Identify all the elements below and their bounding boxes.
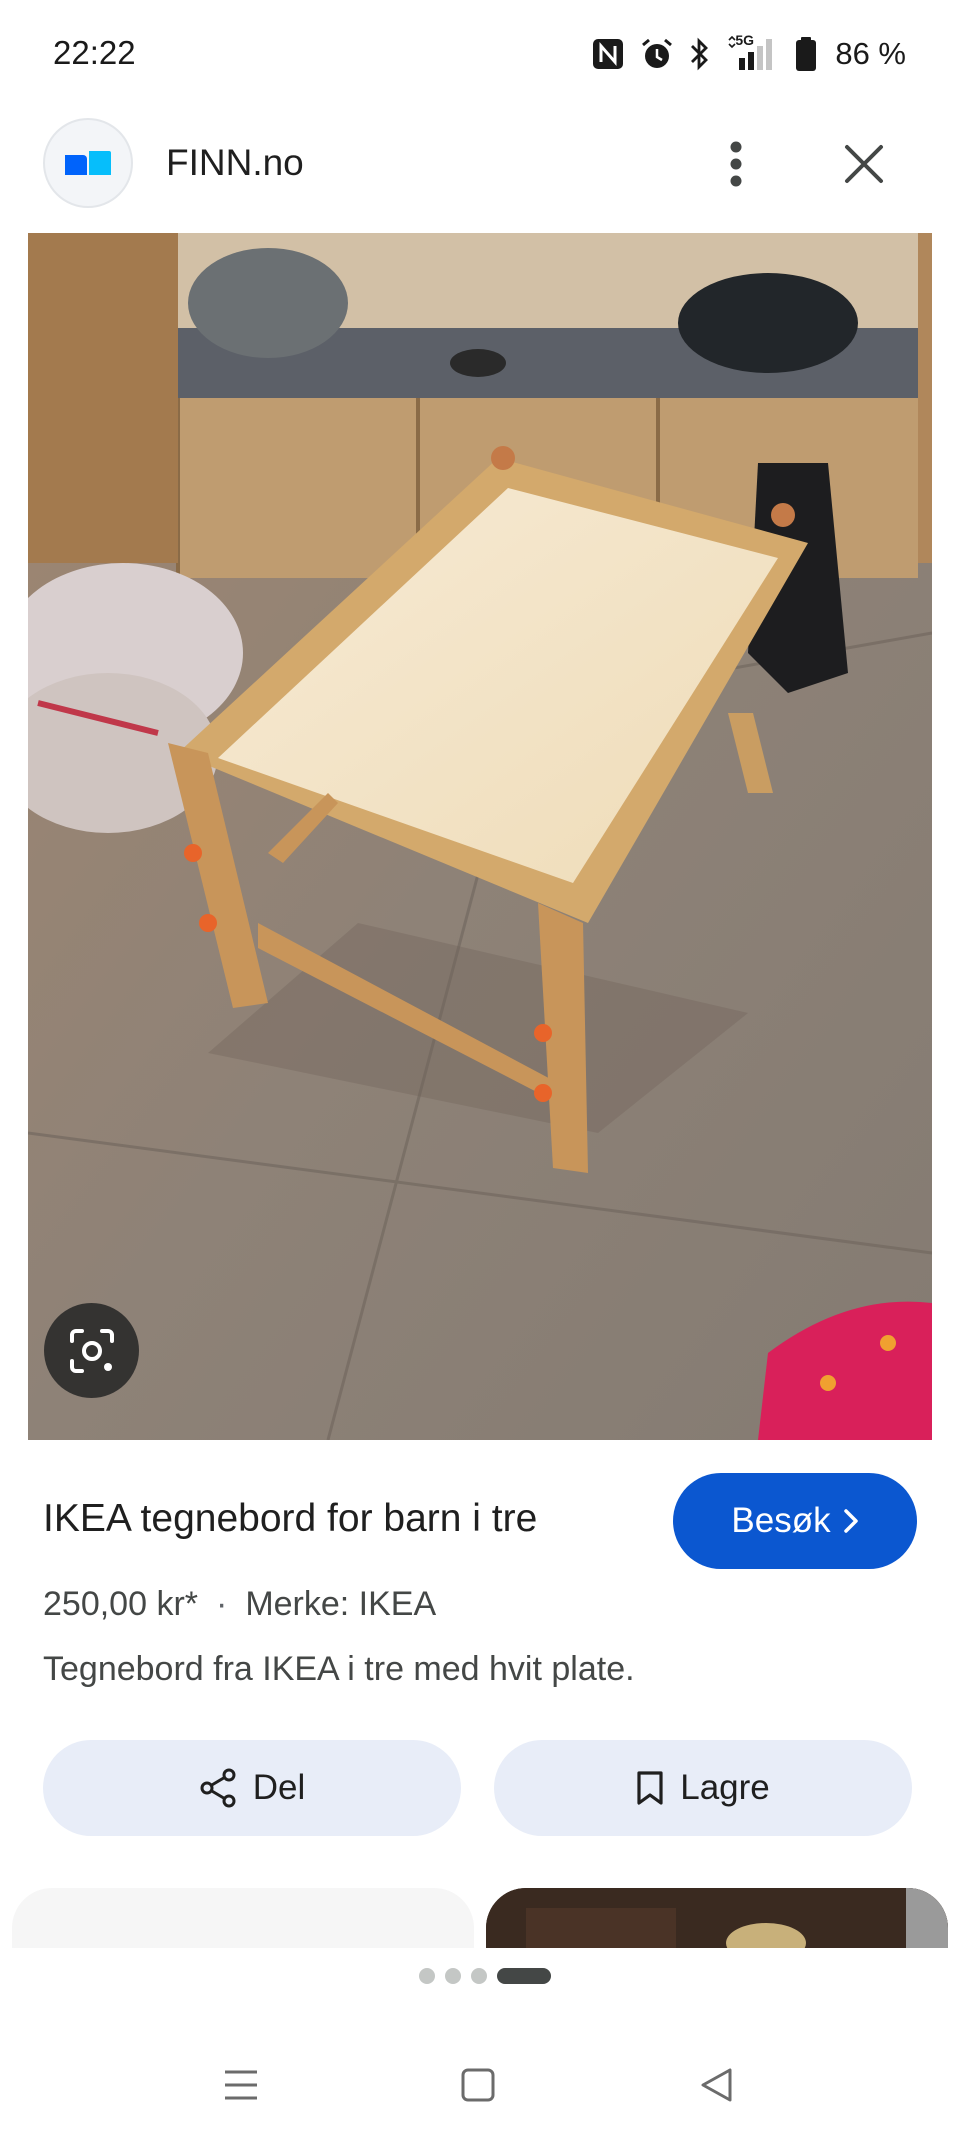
lens-icon xyxy=(69,1328,114,1373)
save-button[interactable]: Lagre xyxy=(494,1740,912,1836)
visit-button[interactable]: Besøk xyxy=(673,1473,917,1569)
more-options-button[interactable] xyxy=(714,132,758,196)
result-meta: 250,00 kr* · Merke: IKEA xyxy=(43,1585,436,1624)
site-name: FINN.no xyxy=(166,142,304,183)
brand: Merke: IKEA xyxy=(245,1585,437,1623)
page-dot xyxy=(445,1968,461,1984)
back-button[interactable] xyxy=(686,2060,746,2110)
recent-apps-button[interactable] xyxy=(211,2060,271,2110)
battery-icon xyxy=(795,36,817,72)
page-dot xyxy=(419,1968,435,1984)
share-label: Del xyxy=(252,1768,306,1807)
bluetooth-icon xyxy=(689,37,711,71)
save-label: Lagre xyxy=(680,1768,770,1807)
related-result-card[interactable] xyxy=(12,1888,474,1948)
meta-separator: · xyxy=(216,1585,228,1623)
page-indicator xyxy=(0,1968,960,1984)
page-dot-active xyxy=(497,1968,551,1984)
table-photo xyxy=(28,233,932,1440)
status-time: 22:22 xyxy=(53,34,136,71)
page-dot xyxy=(471,1968,487,1984)
related-result-card[interactable] xyxy=(486,1888,948,1948)
system-nav-bar xyxy=(0,2040,960,2133)
status-bar: 22:22 5G 86 % xyxy=(0,0,960,110)
related-thumbnail xyxy=(486,1888,948,1948)
chevron-right-icon xyxy=(843,1509,858,1533)
site-logo xyxy=(43,118,133,208)
home-button[interactable] xyxy=(448,2060,508,2110)
visit-label: Besøk xyxy=(731,1501,831,1540)
more-vert-icon xyxy=(730,141,742,187)
share-button[interactable]: Del xyxy=(43,1740,461,1836)
signal-icon: 5G xyxy=(725,32,781,72)
close-icon xyxy=(845,145,883,183)
result-description: Tegnebord fra IKEA i tre med hvit plate. xyxy=(43,1650,635,1688)
square-icon xyxy=(461,2068,495,2102)
bookmark-icon xyxy=(637,1771,663,1805)
close-button[interactable] xyxy=(836,136,892,192)
result-title: IKEA tegnebord for barn i tre xyxy=(43,1497,538,1540)
result-image[interactable] xyxy=(28,233,932,1440)
price: 250,00 kr* xyxy=(43,1585,198,1623)
google-lens-button[interactable] xyxy=(44,1303,139,1398)
browser-header: FINN.no xyxy=(0,110,960,233)
alarm-icon xyxy=(639,36,675,72)
battery-percent: 86 % xyxy=(835,36,906,71)
share-icon xyxy=(200,1768,236,1808)
back-triangle-icon xyxy=(701,2068,732,2102)
menu-icon xyxy=(225,2070,257,2100)
status-icons: 5G 86 % xyxy=(591,32,906,74)
nfc-icon xyxy=(591,37,625,71)
